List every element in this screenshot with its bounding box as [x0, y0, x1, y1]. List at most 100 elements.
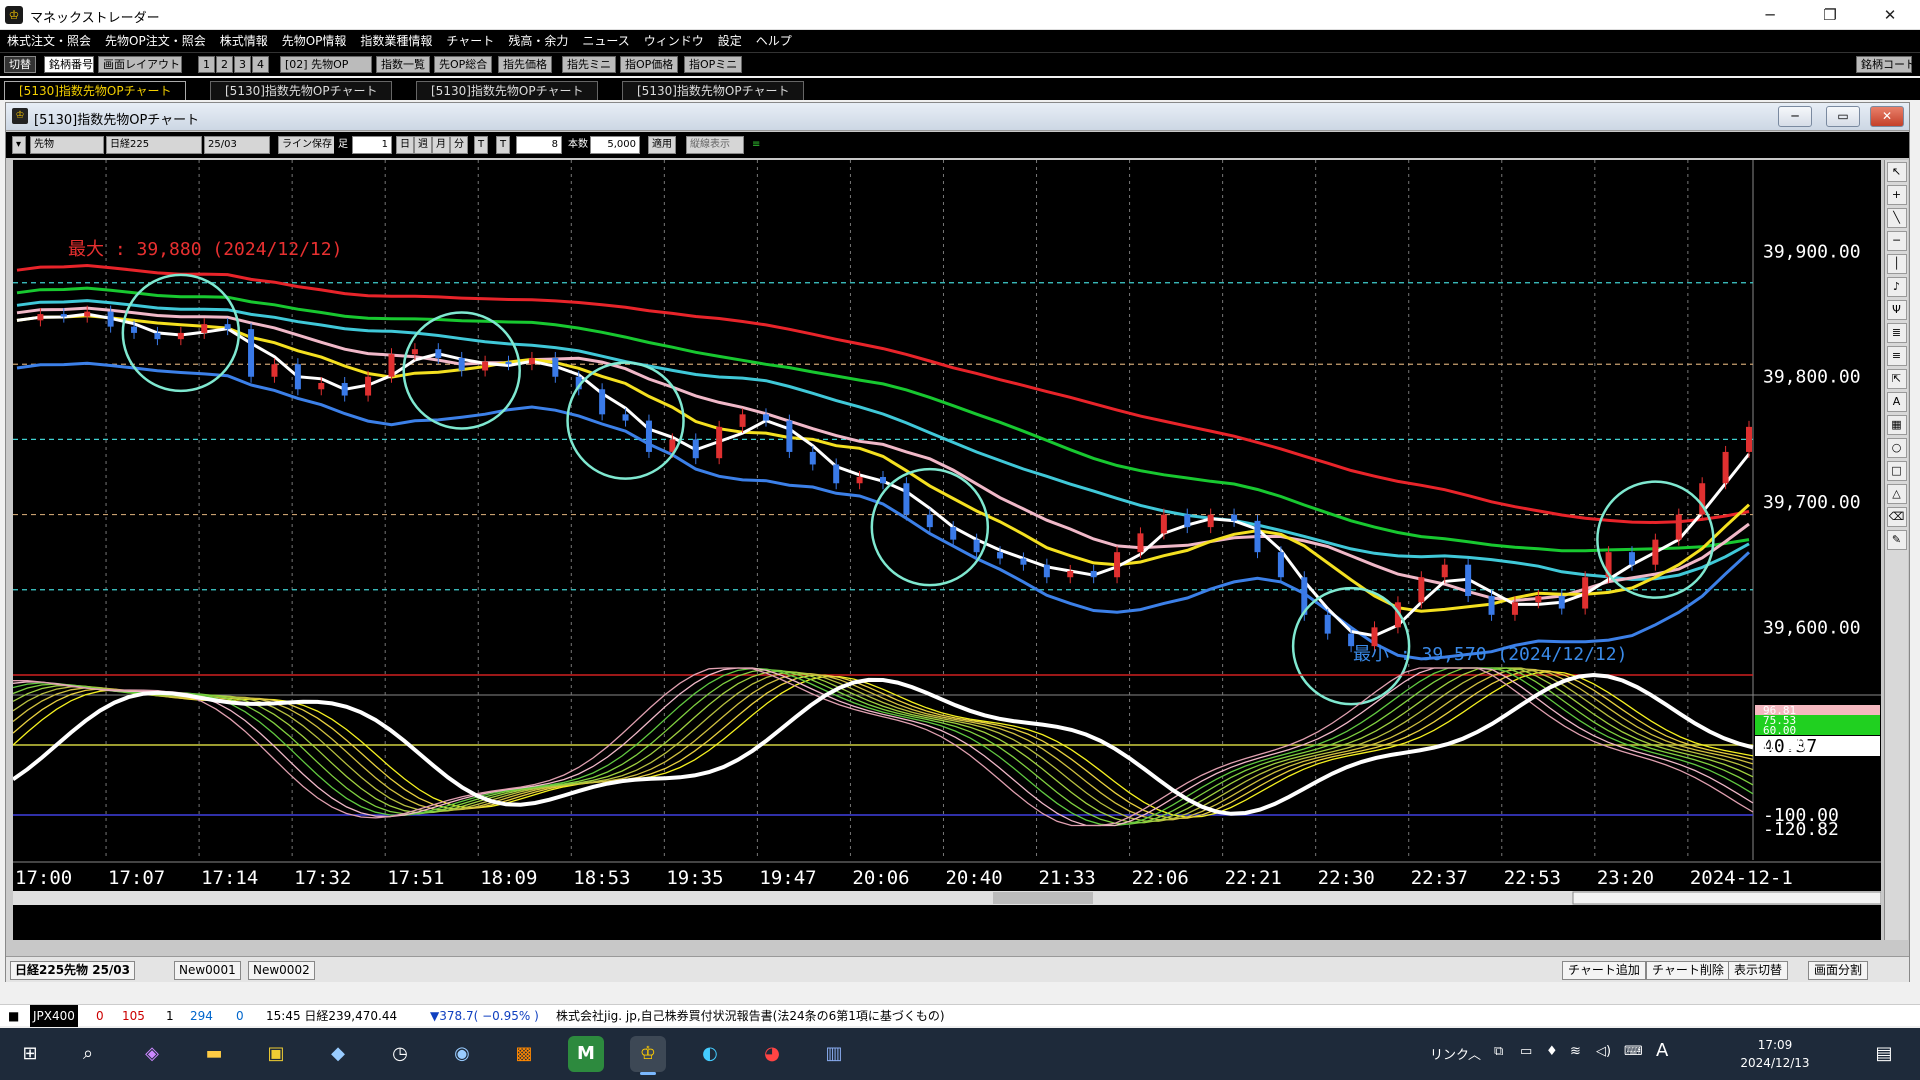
triangle-icon[interactable]: △	[1886, 484, 1907, 504]
ticker-news[interactable]: 株式会社jig. jp,自己株券買付状況報告書(法24条の6第1項に基づくもの)	[556, 1005, 945, 1027]
tray-volume-icon[interactable]: ◁)	[1596, 1044, 1611, 1059]
chart-scroll-thumb[interactable]	[993, 892, 1093, 904]
index-op-mini-button[interactable]: 指OPミニ	[684, 56, 743, 73]
close-button[interactable]: ✕	[1865, 0, 1915, 30]
menu-chart[interactable]: チャート	[439, 30, 501, 52]
tray-keyboard-icon[interactable]: ⌨	[1624, 1044, 1643, 1059]
arrow-icon[interactable]: ⇱	[1886, 369, 1907, 389]
vertical-line-icon[interactable]: │	[1886, 254, 1907, 274]
layout-2-button[interactable]: 2	[216, 56, 233, 73]
symbol-tab[interactable]: 日経225先物 25/03	[10, 961, 136, 980]
chart-maximize-button[interactable]: ▭	[1826, 106, 1860, 127]
window-app-icon[interactable]: ▥	[816, 1036, 852, 1072]
search-icon[interactable]: ⌕	[70, 1036, 106, 1072]
layout-1-button[interactable]: 1	[198, 56, 215, 73]
horizontal-line-icon[interactable]: ─	[1886, 231, 1907, 251]
layout-select[interactable]: 画面レイアウト	[98, 56, 182, 73]
tab-chart-2[interactable]: [5130]指数先物OPチャート	[210, 81, 393, 100]
vertical-line-button[interactable]: 縦線表示	[686, 136, 744, 154]
futures-select[interactable]: [02] 先物OP	[280, 56, 372, 73]
menu-index-info[interactable]: 指数業種情報	[353, 30, 439, 52]
index-futures-mini-button[interactable]: 指先ミニ	[562, 56, 616, 73]
m-app-icon[interactable]: M	[568, 1036, 604, 1072]
tab-chart-3[interactable]: [5130]指数先物OPチャート	[416, 81, 599, 100]
ellipse-icon[interactable]: ○	[1886, 438, 1907, 458]
tab-chart-4[interactable]: [5130]指数先物OPチャート	[622, 81, 805, 100]
switch-button[interactable]: 切替	[4, 56, 36, 73]
mt4-icon[interactable]: ◉	[444, 1036, 480, 1072]
trendline-icon[interactable]: ╲	[1886, 208, 1907, 228]
text-icon[interactable]: A	[1886, 392, 1907, 412]
menu-futures-info[interactable]: 先物OP情報	[275, 30, 354, 52]
tray-clock[interactable]: 17:09 2024/12/13	[1730, 1036, 1820, 1072]
bars-input[interactable]: 5,000	[590, 136, 640, 154]
zoom-controls[interactable]	[1572, 891, 1882, 905]
apply-button[interactable]: 適用	[648, 136, 676, 154]
index-op-price-button[interactable]: 指OP価格	[620, 56, 679, 73]
split-screen-button[interactable]: 画面分割	[1808, 961, 1869, 980]
clock-app-icon[interactable]: ◷	[382, 1036, 418, 1072]
grid-app-icon[interactable]: ▩	[506, 1036, 542, 1072]
index-select[interactable]: 日経225	[106, 136, 202, 154]
futures-summary-button[interactable]: 先OP総合	[434, 56, 493, 73]
tray-link[interactable]: リンク	[1430, 1044, 1469, 1063]
code-search-input[interactable]: 銘柄コード	[1856, 56, 1916, 73]
file-explorer-icon[interactable]: ▬	[196, 1036, 232, 1072]
period-minute-button[interactable]: 分	[450, 136, 468, 154]
type-select[interactable]: 先物	[30, 136, 104, 154]
chrome-icon[interactable]: ◕	[754, 1036, 790, 1072]
edge-icon[interactable]: ◐	[692, 1036, 728, 1072]
menu-balance[interactable]: 残高・余力	[501, 30, 575, 52]
index-futures-price-button[interactable]: 指先価格	[498, 56, 552, 73]
menu-settings[interactable]: 設定	[711, 30, 749, 52]
copilot-icon[interactable]: ◈	[134, 1036, 170, 1072]
notes-icon[interactable]: ◆	[320, 1036, 356, 1072]
new-tab-2[interactable]: New0002	[248, 961, 315, 980]
add-chart-button[interactable]: チャート追加	[1562, 961, 1646, 980]
clear-icon[interactable]: ✎	[1886, 530, 1907, 550]
fork-icon[interactable]: Ψ	[1886, 300, 1907, 320]
fibonacci-icon[interactable]: ≣	[1886, 323, 1907, 343]
t-input[interactable]: 8	[516, 136, 562, 154]
period-month-button[interactable]: 月	[432, 136, 450, 154]
menu-window[interactable]: ウィンドウ	[637, 30, 711, 52]
chart-close-button[interactable]: ✕	[1870, 106, 1904, 127]
crosshair-icon[interactable]: +	[1886, 185, 1907, 205]
chart-canvas[interactable]: 最大 : 39,880 (2024/12/12) 最小 : 39,570 (202…	[11, 160, 1882, 940]
index-list-button[interactable]: 指数一覧	[376, 56, 430, 73]
code-input[interactable]: 銘柄番号	[44, 56, 94, 73]
line-save-button[interactable]: ライン保存	[278, 136, 336, 154]
monex-trader-icon[interactable]: ♔	[630, 1036, 666, 1075]
period-day-button[interactable]: 日	[396, 136, 414, 154]
tray-battery-icon[interactable]: ▭	[1520, 1044, 1532, 1059]
chart-plot-area[interactable]: 最大 : 39,880 (2024/12/12) 最小 : 39,570 (202…	[11, 160, 1882, 940]
display-switch-button[interactable]: 表示切替	[1728, 961, 1789, 980]
delete-chart-button[interactable]: チャート削除	[1646, 961, 1730, 980]
tray-chevron-icon[interactable]: ︿	[1468, 1044, 1481, 1063]
menu-stock-order[interactable]: 株式注文・照会	[0, 30, 98, 52]
menu-dropdown-icon[interactable]: ▾	[12, 136, 26, 154]
layout-4-button[interactable]: 4	[252, 56, 269, 73]
restore-button[interactable]: ❐	[1805, 0, 1855, 30]
tray-mic-icon[interactable]: ♦	[1546, 1044, 1558, 1059]
chart-minimize-button[interactable]: ─	[1778, 106, 1812, 127]
channel-icon[interactable]: ≡	[1886, 346, 1907, 366]
rectangle-icon[interactable]: □	[1886, 461, 1907, 481]
app-calendar-icon[interactable]: ▣	[258, 1036, 294, 1072]
menu-futures-order[interactable]: 先物OP注文・照会	[98, 30, 213, 52]
cursor-icon[interactable]: ↖	[1886, 162, 1907, 182]
foot-input[interactable]: 1	[352, 136, 392, 154]
layout-3-button[interactable]: 3	[234, 56, 251, 73]
bars-icon[interactable]: ≡	[748, 136, 765, 154]
minimize-button[interactable]: ─	[1745, 0, 1795, 30]
eraser-icon[interactable]: ⌫	[1886, 507, 1907, 527]
t-button-2[interactable]: T	[496, 136, 511, 154]
tab-chart-1[interactable]: [5130]指数先物OPチャート	[4, 81, 187, 100]
t-button-1[interactable]: T	[474, 136, 489, 154]
bell-icon[interactable]: ♪	[1886, 277, 1907, 297]
menu-stock-info[interactable]: 株式情報	[213, 30, 275, 52]
ticker-checkbox[interactable]: ■	[8, 1005, 19, 1027]
notification-icon[interactable]: ▤	[1866, 1036, 1902, 1072]
tray-wifi-icon[interactable]: ≋	[1570, 1044, 1581, 1059]
menu-help[interactable]: ヘルプ	[749, 30, 799, 52]
